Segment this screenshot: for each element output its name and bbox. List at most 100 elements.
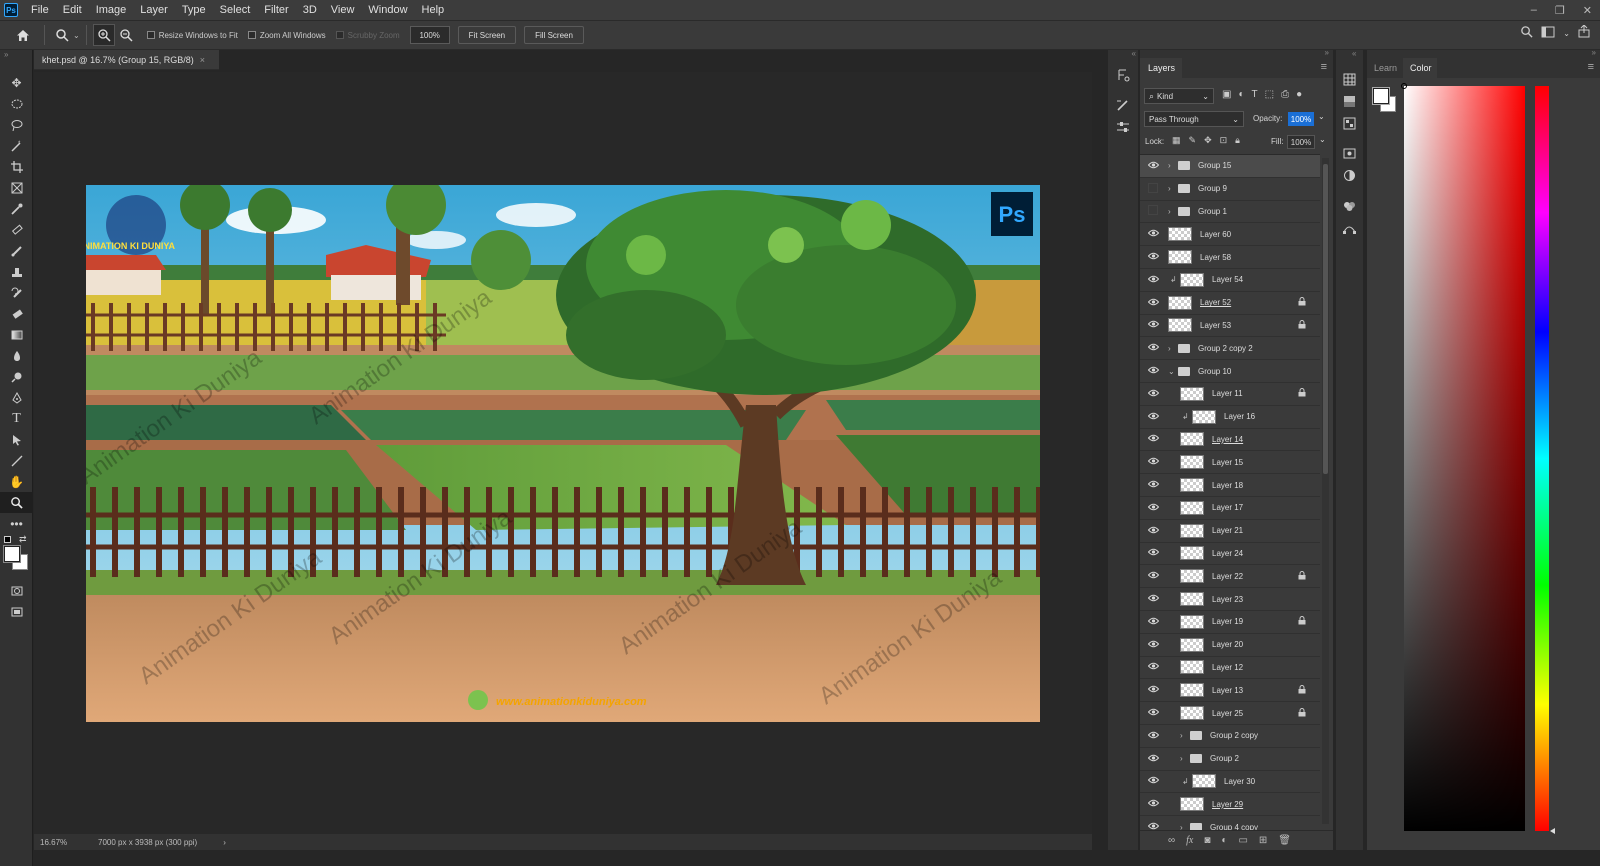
saturation-brightness-field[interactable] bbox=[1401, 83, 1525, 831]
layer-row[interactable]: Layer 23 bbox=[1140, 588, 1320, 611]
zoom-percent-field[interactable]: 100% bbox=[409, 26, 450, 44]
eye-icon[interactable] bbox=[1146, 571, 1160, 581]
lock-position-icon[interactable]: ✥ bbox=[1204, 135, 1212, 146]
layer-row[interactable]: › Group 1 bbox=[1140, 201, 1320, 224]
gradients-panel-icon[interactable] bbox=[1336, 90, 1363, 112]
layer-row[interactable]: Layer 19 bbox=[1140, 611, 1320, 634]
layer-row[interactable]: Layer 14 bbox=[1140, 429, 1320, 452]
menu-filter[interactable]: Filter bbox=[257, 4, 295, 16]
brush-settings-icon[interactable] bbox=[1108, 94, 1138, 116]
eye-icon[interactable] bbox=[1146, 731, 1160, 741]
fill-field[interactable]: 100% bbox=[1287, 135, 1315, 149]
tab-color[interactable]: Color bbox=[1403, 58, 1437, 78]
photoshop-logo[interactable]: Ps bbox=[4, 3, 18, 17]
new-group-icon[interactable]: ▭ bbox=[1238, 835, 1247, 846]
layer-row[interactable]: ↲ Layer 16 bbox=[1140, 406, 1320, 429]
eye-icon[interactable] bbox=[1146, 754, 1160, 764]
eye-icon[interactable] bbox=[1146, 799, 1160, 809]
canvas-artwork[interactable]: Ps ANIMATION KI DUNIYA Animation Ki Duni… bbox=[86, 185, 1040, 722]
adjustment-filter-icon[interactable]: ◐ bbox=[1238, 89, 1244, 100]
lasso-tool-icon[interactable] bbox=[0, 114, 33, 135]
eye-icon[interactable] bbox=[1146, 822, 1160, 830]
eye-icon[interactable] bbox=[1146, 685, 1160, 695]
color-foreground-swatch[interactable] bbox=[1372, 87, 1390, 105]
share-icon[interactable] bbox=[1578, 24, 1590, 41]
hue-slider[interactable] bbox=[1535, 86, 1555, 834]
layer-row[interactable]: Layer 13 bbox=[1140, 679, 1320, 703]
eye-icon[interactable] bbox=[1146, 412, 1160, 422]
document-size-info[interactable]: 7000 px x 3938 px (300 ppi) bbox=[98, 838, 197, 847]
eye-icon[interactable] bbox=[1146, 320, 1160, 330]
layer-row[interactable]: Layer 15 bbox=[1140, 451, 1320, 475]
dodge-tool-icon[interactable] bbox=[0, 366, 33, 387]
tab-layers[interactable]: Layers bbox=[1140, 58, 1182, 78]
tab-learn[interactable]: Learn bbox=[1367, 58, 1403, 78]
channels-panel-icon[interactable] bbox=[1336, 142, 1363, 164]
zoom-level-display[interactable]: 16.67% bbox=[40, 838, 88, 847]
layer-row[interactable]: › Group 9 bbox=[1140, 178, 1320, 201]
layer-row[interactable]: Layer 18 bbox=[1140, 474, 1320, 497]
new-layer-icon[interactable]: ⊞ bbox=[1259, 835, 1267, 846]
adjustments-panel-icon[interactable] bbox=[1336, 164, 1363, 186]
layer-row[interactable]: Layer 25 bbox=[1140, 702, 1320, 725]
lock-all-icon[interactable]: 🔒︎ bbox=[1235, 135, 1240, 146]
crop-tool-icon[interactable] bbox=[0, 156, 33, 177]
layer-row[interactable]: Layer 60 bbox=[1140, 223, 1320, 247]
collapse-icon[interactable]: » bbox=[1325, 48, 1329, 57]
more-tools-icon[interactable]: ••• bbox=[0, 513, 33, 534]
search-icon[interactable] bbox=[1520, 25, 1533, 41]
layers-scrollbar[interactable] bbox=[1322, 158, 1329, 824]
lock-artboard-icon[interactable]: ⊡ bbox=[1220, 135, 1228, 146]
chevron-right-icon[interactable]: › bbox=[1168, 161, 1171, 170]
close-tab-icon[interactable]: × bbox=[200, 55, 205, 65]
healing-brush-icon[interactable] bbox=[0, 219, 33, 240]
quick-mask-icon[interactable] bbox=[0, 580, 33, 601]
color-picker-handle[interactable] bbox=[1401, 83, 1407, 89]
menu-file[interactable]: File bbox=[24, 4, 56, 16]
lock-transparent-icon[interactable]: ▦ bbox=[1172, 135, 1181, 146]
layer-row[interactable]: › Group 2 copy bbox=[1140, 725, 1320, 748]
eye-icon[interactable] bbox=[1146, 252, 1160, 262]
menu-layer[interactable]: Layer bbox=[133, 4, 175, 16]
adjustment-layer-icon[interactable]: ◐ bbox=[1221, 835, 1227, 846]
document-tab[interactable]: khet.psd @ 16.7% (Group 15, RGB/8) × bbox=[34, 50, 219, 70]
eye-icon[interactable] bbox=[1146, 594, 1160, 604]
eye-icon[interactable] bbox=[1146, 776, 1160, 786]
menu-type[interactable]: Type bbox=[175, 4, 213, 16]
hand-tool-icon[interactable]: ✋ bbox=[0, 471, 33, 492]
fit-screen-button[interactable]: Fit Screen bbox=[457, 26, 517, 44]
layer-row[interactable]: Layer 17 bbox=[1140, 497, 1320, 520]
panel-menu-icon[interactable]: ≡ bbox=[1588, 61, 1594, 73]
blur-tool-icon[interactable] bbox=[0, 345, 33, 366]
history-brush-icon[interactable] bbox=[0, 282, 33, 303]
fill-screen-button[interactable]: Fill Screen bbox=[524, 26, 584, 44]
magic-wand-icon[interactable]: * bbox=[0, 135, 33, 156]
layer-row[interactable]: Layer 21 bbox=[1140, 520, 1320, 543]
eye-icon[interactable] bbox=[1146, 366, 1160, 376]
history-panel-icon[interactable] bbox=[1108, 64, 1138, 86]
menu-view[interactable]: View bbox=[324, 4, 362, 16]
eye-icon[interactable] bbox=[1146, 298, 1160, 308]
filter-toggle-icon[interactable]: ● bbox=[1296, 89, 1302, 100]
layer-row[interactable]: Layer 22 bbox=[1140, 565, 1320, 589]
toolbar-collapse-icon[interactable]: » bbox=[0, 50, 32, 72]
eyedropper-icon[interactable] bbox=[0, 198, 33, 219]
clone-stamp-icon[interactable] bbox=[0, 261, 33, 282]
menu-3d[interactable]: 3D bbox=[296, 4, 324, 16]
chevron-right-icon[interactable]: › bbox=[1180, 731, 1183, 740]
menu-image[interactable]: Image bbox=[89, 4, 134, 16]
panel-menu-icon[interactable]: ≡ bbox=[1321, 61, 1327, 73]
workspace-icon[interactable] bbox=[1541, 26, 1555, 41]
eye-icon[interactable] bbox=[1146, 708, 1160, 718]
brush-tool-icon[interactable] bbox=[0, 240, 33, 261]
zoom-tool-preset-icon[interactable] bbox=[51, 24, 73, 46]
properties-icon[interactable] bbox=[1108, 116, 1138, 138]
menu-help[interactable]: Help bbox=[415, 4, 452, 16]
layer-row[interactable]: Layer 58 bbox=[1140, 246, 1320, 269]
shape-filter-icon[interactable]: ⬚ bbox=[1265, 89, 1274, 100]
opacity-field[interactable]: 100% bbox=[1288, 112, 1314, 126]
workspace-chevron-icon[interactable]: ⌄ bbox=[1563, 29, 1570, 38]
eye-icon[interactable] bbox=[1146, 275, 1160, 285]
lock-pixels-icon[interactable]: ✎ bbox=[1189, 135, 1197, 146]
libraries-panel-icon[interactable] bbox=[1336, 194, 1363, 216]
